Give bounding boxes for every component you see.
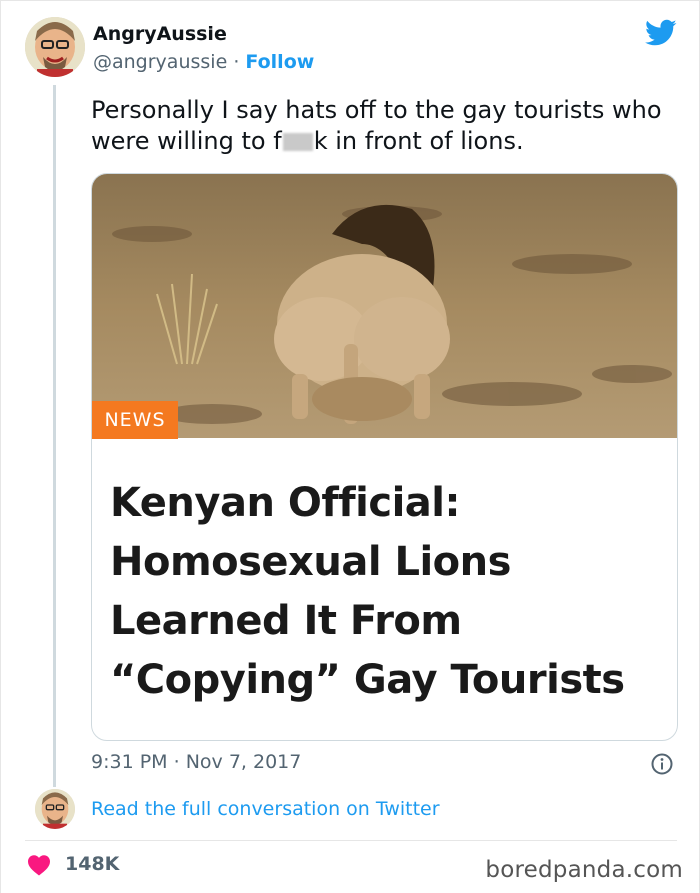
timestamp-separator: · [173,751,180,773]
author-handle[interactable]: @angryaussie [93,51,227,73]
headline-line: Learned It From [110,598,462,644]
handle-separator: · [233,51,240,73]
censor-blur [282,133,313,151]
article-headline: Kenyan Official: Homosexual Lions Learne… [110,474,670,710]
headline-line: Kenyan Official: [110,480,461,526]
tweet-time: 9:31 PM [91,751,168,773]
headline-line: Homosexual Lions [110,539,511,585]
heart-icon[interactable] [27,854,51,876]
tweet-text-part2: k in front of lions. [313,127,524,155]
tweet-card: AngryAussie @angryaussie · Follow Person… [0,0,700,893]
author-avatar[interactable] [25,17,85,77]
follow-button[interactable]: Follow [245,51,314,73]
author-name[interactable]: AngryAussie [93,23,227,45]
info-icon[interactable] [651,753,673,775]
author-handle-row: @angryaussie · Follow [93,51,314,73]
news-badge: NEWS [92,401,178,439]
read-conversation-link[interactable]: Read the full conversation on Twitter [91,798,440,820]
twitter-bird-icon[interactable] [645,19,677,47]
headline-line: “Copying” Gay Tourists [110,657,625,703]
article-card[interactable]: NEWS Kenyan Official: Homosexual Lions L… [91,173,678,741]
thread-line [53,85,56,787]
tweet-timestamp[interactable]: 9:31 PM · Nov 7, 2017 [91,751,301,773]
watermark: boredpanda.com [485,857,683,883]
tweet-date: Nov 7, 2017 [185,751,302,773]
reply-avatar[interactable] [35,789,75,829]
like-count[interactable]: 148K [65,853,119,875]
lion-photo [92,174,677,438]
divider [25,840,677,841]
tweet-text: Personally I say hats off to the gay tou… [91,95,671,157]
